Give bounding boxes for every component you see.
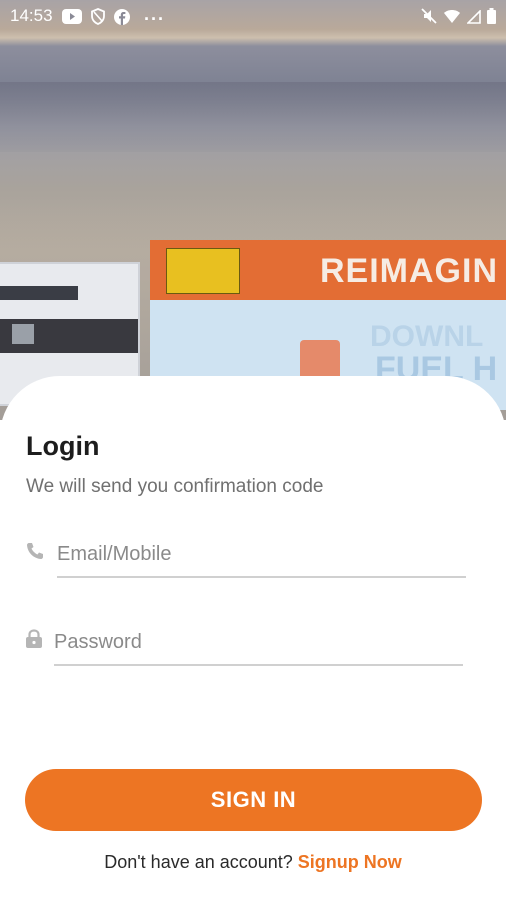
facebook-icon xyxy=(114,8,130,30)
status-bar: 14:53 ··· xyxy=(0,0,506,34)
hero-app-store-badge xyxy=(0,286,78,300)
hero-license-sticker xyxy=(166,248,240,294)
hero-background-image: REIMAGIN DOWNL FUEL H xyxy=(0,0,506,420)
signup-row: Don't have an account? Signup Now xyxy=(0,852,506,873)
login-sheet: Login We will send you confirmation code… xyxy=(0,376,506,900)
shield-icon xyxy=(90,8,106,30)
password-field[interactable] xyxy=(25,622,467,666)
notification-icons: ··· xyxy=(62,8,165,30)
email-underline xyxy=(57,576,466,578)
page-subtitle: We will send you confirmation code xyxy=(26,476,324,497)
phone-icon xyxy=(25,541,45,561)
email-mobile-field[interactable] xyxy=(25,534,467,578)
page-title: Login xyxy=(26,431,100,461)
more-notifications-icon: ··· xyxy=(144,8,165,29)
email-mobile-input[interactable] xyxy=(57,534,466,574)
status-time: 14:53 xyxy=(10,6,53,25)
lock-icon xyxy=(25,629,45,649)
signup-now-link[interactable]: Signup Now xyxy=(298,852,402,872)
hero-ad-text-2: DOWNL xyxy=(370,320,484,353)
mute-icon xyxy=(421,8,437,29)
hero-sky-band xyxy=(0,82,506,152)
password-underline xyxy=(54,664,463,666)
youtube-icon xyxy=(62,9,82,29)
sign-in-button[interactable]: SIGN IN xyxy=(25,769,482,831)
battery-icon xyxy=(487,8,496,29)
hero-ad-text-1: REIMAGIN xyxy=(320,252,498,290)
wifi-icon xyxy=(443,9,461,29)
system-icons xyxy=(421,8,496,29)
password-input[interactable] xyxy=(54,622,463,662)
signup-prompt: Don't have an account? xyxy=(104,852,298,872)
hero-billboard-window xyxy=(12,324,34,344)
signal-icon xyxy=(466,8,481,29)
